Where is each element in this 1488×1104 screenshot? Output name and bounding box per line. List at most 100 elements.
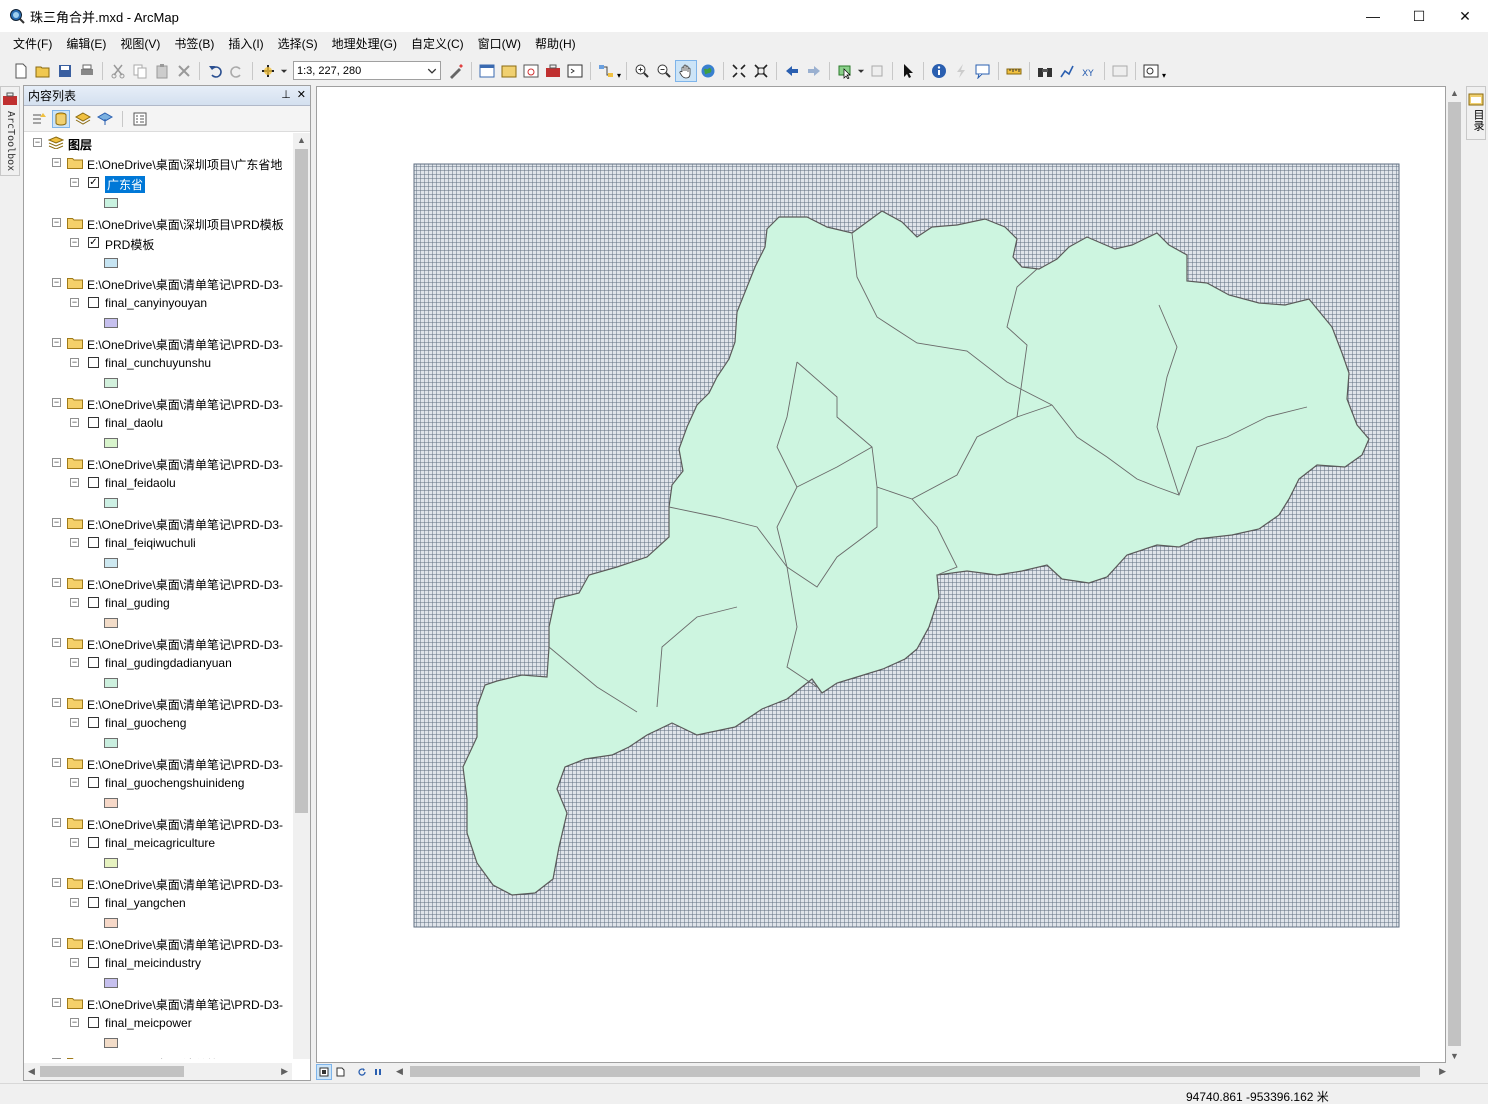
toc-source-group[interactable]: − E:\OneDrive\桌面\清单笔记\PRD-D3- bbox=[24, 813, 292, 833]
layer-symbol-swatch[interactable] bbox=[104, 798, 118, 808]
collapse-group-icon[interactable]: − bbox=[52, 278, 61, 287]
map-canvas[interactable] bbox=[317, 87, 1447, 1064]
layer-symbol-swatch[interactable] bbox=[104, 558, 118, 568]
layer-symbol-swatch[interactable] bbox=[104, 378, 118, 388]
map-vertical-scroll-thumb[interactable] bbox=[1448, 102, 1461, 1046]
toc-source-group[interactable]: − E:\OneDrive\桌面\清单笔记\PRD-D3- bbox=[24, 933, 292, 953]
toc-source-group[interactable]: − E:\OneDrive\桌面\清单笔记\PRD-D3- bbox=[24, 453, 292, 473]
maximize-button[interactable]: ☐ bbox=[1396, 0, 1442, 32]
collapse-layer-icon[interactable]: − bbox=[70, 718, 79, 727]
toc-layer-name[interactable]: final_guocheng bbox=[105, 716, 186, 730]
python-window-button[interactable] bbox=[564, 60, 586, 82]
toc-layer-row[interactable]: − final_guocheng bbox=[24, 713, 292, 733]
layer-symbol-swatch[interactable] bbox=[104, 858, 118, 868]
add-data-button[interactable] bbox=[257, 60, 279, 82]
select-features-button[interactable] bbox=[834, 60, 856, 82]
toc-layer-row[interactable]: − final_guochengshuinideng bbox=[24, 773, 292, 793]
collapse-layer-icon[interactable]: − bbox=[70, 838, 79, 847]
toc-source-group[interactable]: − E:\OneDrive\桌面\深圳项目\广东省地 bbox=[24, 153, 292, 173]
layer-visibility-checkbox[interactable] bbox=[88, 357, 99, 368]
toc-source-group[interactable]: − E:\OneDrive\桌面\清单笔记\PRD-D3- bbox=[24, 273, 292, 293]
menu-windows[interactable]: 窗口(W) bbox=[471, 33, 528, 55]
toc-source-group[interactable]: − E:\OneDrive\桌面\清单笔记\PRD-D3- bbox=[24, 573, 292, 593]
toc-source-group[interactable]: − E:\OneDrive\桌面\清单笔记\PRD-D3- bbox=[24, 333, 292, 353]
collapse-layer-icon[interactable]: − bbox=[70, 898, 79, 907]
toc-vertical-scroll-thumb[interactable] bbox=[295, 149, 308, 813]
collapse-group-icon[interactable]: − bbox=[52, 878, 61, 887]
toc-horizontal-scroll-thumb[interactable] bbox=[40, 1066, 184, 1077]
collapse-layer-icon[interactable]: − bbox=[70, 178, 79, 187]
toc-layer-row[interactable]: − final_gudingdadianyuan bbox=[24, 653, 292, 673]
go-to-xy-button[interactable]: XY bbox=[1078, 60, 1100, 82]
map-scale-combobox[interactable]: 1:3, 227, 280 bbox=[293, 61, 441, 80]
collapse-layer-icon[interactable]: − bbox=[70, 1018, 79, 1027]
toc-options-button[interactable] bbox=[131, 110, 149, 128]
toc-source-group[interactable]: − E:\OneDrive\桌面\清单笔记\PRD-D3- bbox=[24, 1053, 292, 1059]
refresh-view-button[interactable] bbox=[354, 1064, 370, 1080]
pin-icon[interactable]: ⊥ bbox=[281, 88, 291, 101]
toc-layer-name[interactable]: final_meicindustry bbox=[105, 956, 201, 970]
fixed-zoom-out-button[interactable] bbox=[750, 60, 772, 82]
collapse-group-icon[interactable]: − bbox=[52, 398, 61, 407]
layer-symbol-swatch[interactable] bbox=[104, 258, 118, 268]
clear-selection-button[interactable] bbox=[866, 60, 888, 82]
modelbuilder-button[interactable] bbox=[595, 60, 617, 82]
collapse-group-icon[interactable]: − bbox=[52, 998, 61, 1007]
collapse-group-icon[interactable]: − bbox=[52, 1058, 61, 1059]
collapse-layer-icon[interactable]: − bbox=[70, 658, 79, 667]
collapse-layer-icon[interactable]: − bbox=[70, 238, 79, 247]
menu-edit[interactable]: 编辑(E) bbox=[59, 33, 113, 55]
toc-layer-name[interactable]: final_canyinyouyan bbox=[105, 296, 207, 310]
map-display[interactable] bbox=[316, 86, 1446, 1063]
save-button[interactable] bbox=[54, 60, 76, 82]
collapse-layer-icon[interactable]: − bbox=[70, 958, 79, 967]
layer-visibility-checkbox[interactable] bbox=[88, 717, 99, 728]
hyperlink-button[interactable] bbox=[950, 60, 972, 82]
layer-symbol-swatch[interactable] bbox=[104, 1038, 118, 1048]
toc-layer-name[interactable]: final_meicagriculture bbox=[105, 836, 215, 850]
catalog-window-button[interactable] bbox=[498, 60, 520, 82]
map-vertical-scrollbar[interactable]: ▲ ▼ bbox=[1446, 86, 1463, 1063]
scroll-left-icon[interactable]: ◀ bbox=[396, 1066, 403, 1077]
collapse-layer-icon[interactable]: − bbox=[70, 778, 79, 787]
toc-horizontal-scrollbar[interactable]: ◀ ▶ bbox=[24, 1063, 292, 1080]
scroll-up-icon[interactable]: ▲ bbox=[1450, 88, 1459, 98]
pause-drawing-button[interactable] bbox=[370, 1064, 386, 1080]
go-back-extent-button[interactable] bbox=[781, 60, 803, 82]
pan-button[interactable] bbox=[675, 59, 697, 82]
identify-button[interactable] bbox=[928, 60, 950, 82]
undo-button[interactable] bbox=[204, 60, 226, 82]
editor-toolbar-button[interactable] bbox=[445, 60, 467, 82]
layer-symbol-swatch[interactable] bbox=[104, 738, 118, 748]
collapse-group-icon[interactable]: − bbox=[52, 638, 61, 647]
layer-symbol-swatch[interactable] bbox=[104, 318, 118, 328]
toc-layer-row[interactable]: − final_meicindustry bbox=[24, 953, 292, 973]
toc-layer-name[interactable]: final_gudingdadianyuan bbox=[105, 656, 232, 670]
collapse-layer-icon[interactable]: − bbox=[70, 298, 79, 307]
scroll-left-icon[interactable]: ◀ bbox=[28, 1066, 35, 1077]
toc-layer-name[interactable]: final_feidaolu bbox=[105, 476, 176, 490]
collapse-group-icon[interactable]: − bbox=[52, 338, 61, 347]
find-route-button[interactable] bbox=[1056, 60, 1078, 82]
toc-layer-name[interactable]: final_guding bbox=[105, 596, 170, 610]
measure-button[interactable] bbox=[1003, 60, 1025, 82]
layer-symbol-swatch[interactable] bbox=[104, 978, 118, 988]
search-window-button[interactable] bbox=[520, 60, 542, 82]
layer-symbol-swatch[interactable] bbox=[104, 618, 118, 628]
fixed-zoom-in-button[interactable] bbox=[728, 60, 750, 82]
minimize-button[interactable]: — bbox=[1350, 0, 1396, 32]
full-extent-button[interactable] bbox=[697, 60, 719, 82]
toc-layer-name[interactable]: final_feiqiwuchuli bbox=[105, 536, 196, 550]
collapse-layer-icon[interactable]: − bbox=[70, 418, 79, 427]
time-slider-button[interactable] bbox=[1109, 60, 1131, 82]
layer-visibility-checkbox[interactable] bbox=[88, 897, 99, 908]
cut-button[interactable] bbox=[107, 60, 129, 82]
toc-source-group[interactable]: − E:\OneDrive\桌面\清单笔记\PRD-D3- bbox=[24, 993, 292, 1013]
scroll-down-icon[interactable]: ▼ bbox=[1450, 1051, 1459, 1061]
toc-layer-name[interactable]: final_guochengshuinideng bbox=[105, 776, 244, 790]
menu-help[interactable]: 帮助(H) bbox=[528, 33, 583, 55]
toolbar-grip[interactable]: ▾ bbox=[1162, 62, 1167, 80]
layer-symbol-swatch[interactable] bbox=[104, 198, 118, 208]
toc-root-layers[interactable]: − 图层 bbox=[24, 133, 292, 153]
toc-layer-row[interactable]: − final_feidaolu bbox=[24, 473, 292, 493]
